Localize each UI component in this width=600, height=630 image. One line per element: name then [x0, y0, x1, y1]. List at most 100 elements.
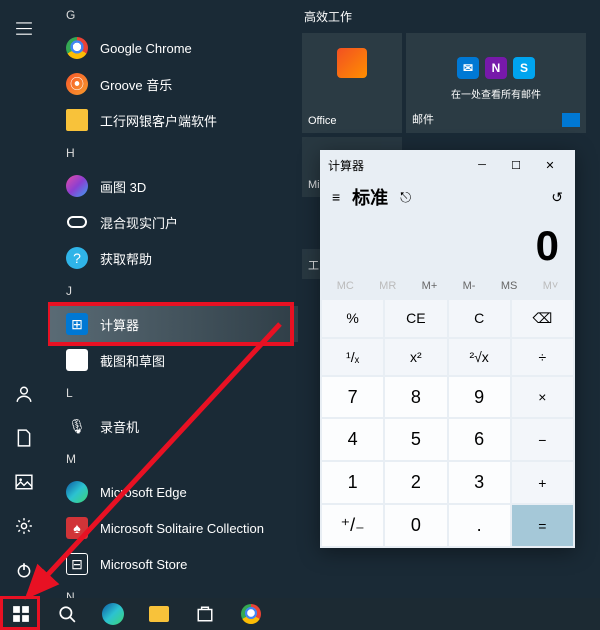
tile-label: Office: [308, 115, 396, 127]
key-minus[interactable]: −: [512, 419, 573, 460]
group-header-n[interactable]: N: [48, 582, 298, 598]
app-paint-3d[interactable]: 画图 3D: [48, 168, 298, 204]
key-equals[interactable]: =: [512, 505, 573, 546]
app-icbc[interactable]: 工行网银客户端软件: [48, 102, 298, 138]
calculator-window: 计算器 ─ ☐ ✕ ≡ 标准 ⎋ ↺ 0 MC MR M+ M- MS M˅ %…: [320, 150, 575, 548]
taskbar-store[interactable]: [186, 598, 224, 630]
taskbar-edge[interactable]: [94, 598, 132, 630]
mem-mc[interactable]: MC: [333, 278, 358, 294]
tile-mail[interactable]: ✉ N S 在一处查看所有邮件 邮件: [406, 33, 586, 133]
app-groove-music[interactable]: ⦿Groove 音乐: [48, 66, 298, 102]
key-backspace[interactable]: ⌫: [512, 300, 573, 337]
app-label: 截图和草图: [100, 351, 165, 370]
key-5[interactable]: 5: [385, 419, 446, 460]
key-plus[interactable]: +: [512, 462, 573, 503]
power-icon[interactable]: [4, 550, 44, 590]
documents-icon[interactable]: [4, 418, 44, 458]
key-6[interactable]: 6: [449, 419, 510, 460]
key-square[interactable]: x²: [385, 339, 446, 375]
app-microsoft-edge[interactable]: Microsoft Edge: [48, 474, 298, 510]
app-voice-recorder[interactable]: 🎙 录音机: [48, 408, 298, 444]
key-8[interactable]: 8: [385, 377, 446, 418]
app-mixed-reality[interactable]: 混合现实门户: [48, 204, 298, 240]
calc-keypad: % CE C ⌫ ¹/ₓ x² ²√x ÷ 7 8 9 × 4 5 6 − 1 …: [320, 298, 575, 548]
group-header-m[interactable]: M: [48, 444, 298, 474]
user-icon[interactable]: [4, 374, 44, 414]
group-header-l[interactable]: L: [48, 378, 298, 408]
tile-label: Mi: [308, 179, 320, 191]
group-header-g[interactable]: G: [48, 0, 298, 30]
calc-mode[interactable]: 标准: [352, 184, 388, 210]
app-solitaire[interactable]: ♠ Microsoft Solitaire Collection: [48, 510, 298, 546]
mem-mplus[interactable]: M+: [418, 278, 442, 294]
hamburger-icon[interactable]: [4, 8, 44, 48]
taskbar-explorer[interactable]: [140, 598, 178, 630]
taskbar-chrome[interactable]: [232, 598, 270, 630]
key-percent[interactable]: %: [322, 300, 383, 337]
close-button[interactable]: ✕: [533, 150, 567, 180]
tiles-group-header[interactable]: 高效工作: [298, 0, 600, 33]
window-title: 计算器: [328, 157, 364, 174]
app-label: Microsoft Store: [100, 557, 187, 572]
pictures-icon[interactable]: [4, 462, 44, 502]
app-label: 混合现实门户: [100, 213, 178, 232]
onenote-icon: N: [485, 57, 507, 79]
app-get-help[interactable]: ?获取帮助: [48, 240, 298, 276]
app-snip-sketch[interactable]: ✂ 截图和草图: [48, 342, 298, 378]
start-button[interactable]: [2, 598, 40, 630]
app-label: 录音机: [100, 417, 139, 436]
key-ce[interactable]: CE: [385, 300, 446, 337]
store-icon: ⊟: [66, 553, 88, 575]
outlook-icon: ✉: [457, 57, 479, 79]
mem-ms[interactable]: MS: [497, 278, 522, 294]
app-label: 工行网银客户端软件: [100, 111, 217, 130]
key-divide[interactable]: ÷: [512, 339, 573, 375]
key-1[interactable]: 1: [322, 462, 383, 503]
mem-mr[interactable]: MR: [375, 278, 400, 294]
tile-label: 邮件: [412, 111, 580, 127]
mem-mminus[interactable]: M-: [459, 278, 480, 294]
key-2[interactable]: 2: [385, 462, 446, 503]
app-label: 获取帮助: [100, 249, 152, 268]
key-decimal[interactable]: .: [449, 505, 510, 546]
key-7[interactable]: 7: [322, 377, 383, 418]
minimize-button[interactable]: ─: [465, 150, 499, 180]
pin-icon[interactable]: ⎋: [400, 189, 411, 206]
key-4[interactable]: 4: [322, 419, 383, 460]
calc-memory-bar: MC MR M+ M- MS M˅: [320, 274, 575, 298]
calc-display: 0: [320, 214, 575, 274]
key-9[interactable]: 9: [449, 377, 510, 418]
maximize-button[interactable]: ☐: [499, 150, 533, 180]
key-3[interactable]: 3: [449, 462, 510, 503]
skype-icon: S: [513, 57, 535, 79]
app-label: 计算器: [100, 315, 139, 334]
key-sqrt[interactable]: ²√x: [449, 339, 510, 375]
key-negate[interactable]: ⁺/₋: [322, 505, 383, 546]
solitaire-icon: ♠: [66, 517, 88, 539]
app-calculator[interactable]: ⊞ 计算器: [48, 306, 298, 342]
group-header-j[interactable]: J: [48, 276, 298, 306]
app-microsoft-store[interactable]: ⊟ Microsoft Store: [48, 546, 298, 582]
mem-mlist[interactable]: M˅: [539, 278, 563, 294]
app-label: Microsoft Solitaire Collection: [100, 521, 264, 536]
mail-subtitle: 在一处查看所有邮件: [412, 86, 580, 101]
key-0[interactable]: 0: [385, 505, 446, 546]
calculator-titlebar[interactable]: 计算器 ─ ☐ ✕: [320, 150, 575, 180]
scissors-icon: ✂: [66, 349, 88, 371]
history-icon[interactable]: ↺: [551, 189, 563, 206]
app-google-chrome[interactable]: Google Chrome: [48, 30, 298, 66]
app-label: Microsoft Edge: [100, 485, 187, 500]
mail-app-icons: ✉ N S: [457, 57, 535, 79]
group-header-h[interactable]: H: [48, 138, 298, 168]
calculator-icon: ⊞: [66, 313, 88, 335]
search-icon[interactable]: [48, 598, 86, 630]
key-reciprocal[interactable]: ¹/ₓ: [322, 339, 383, 375]
calc-menu-icon[interactable]: ≡: [332, 189, 340, 205]
settings-icon[interactable]: [4, 506, 44, 546]
key-multiply[interactable]: ×: [512, 377, 573, 418]
app-label: 画图 3D: [100, 177, 146, 196]
microphone-icon: 🎙: [66, 415, 88, 437]
folder-icon: [66, 109, 88, 131]
tile-office[interactable]: Office: [302, 33, 402, 133]
key-c[interactable]: C: [449, 300, 510, 337]
